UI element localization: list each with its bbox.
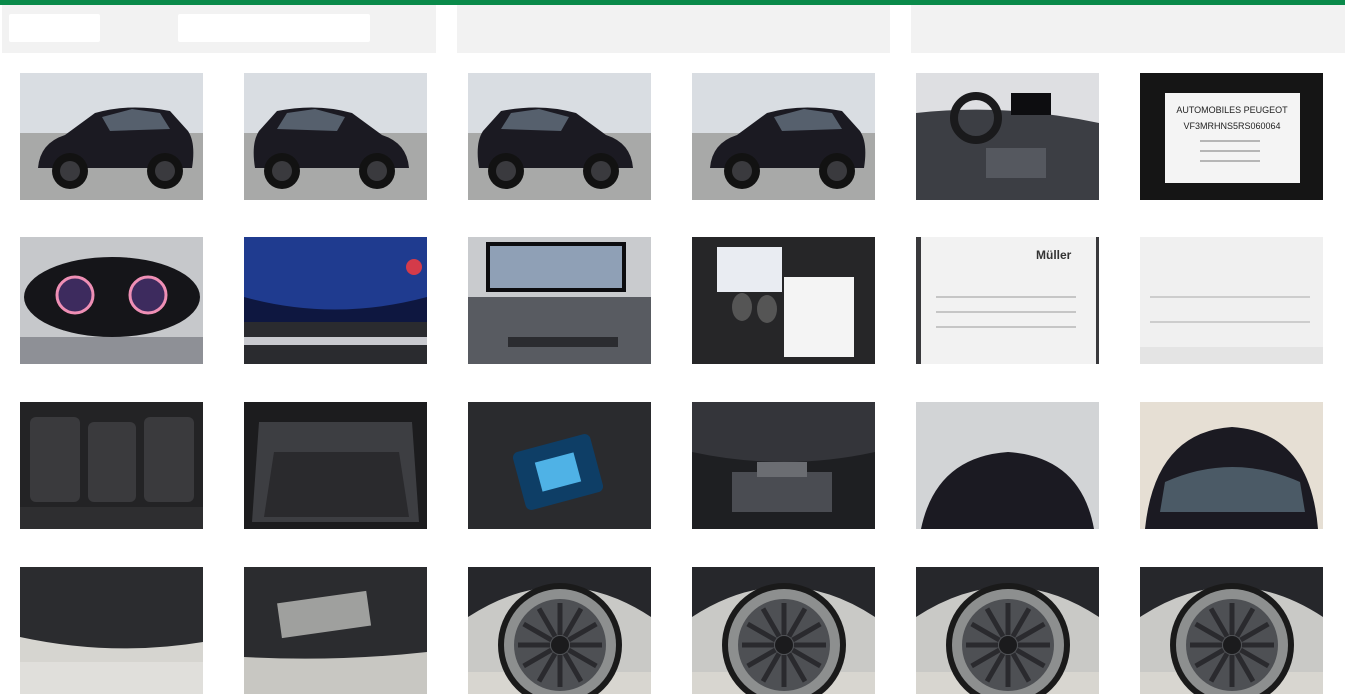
- photo-thumbnail-wheel-front-left[interactable]: [468, 567, 651, 694]
- photo-thumbnail-wheel-rear-left[interactable]: [916, 567, 1099, 694]
- photo-thumbnail-rear-seats[interactable]: [20, 402, 203, 529]
- photo-thumbnail-underbody-rear[interactable]: [244, 567, 427, 694]
- filter-field-short[interactable]: [9, 14, 100, 42]
- photo-thumbnail-exterior-front-left[interactable]: [20, 73, 203, 200]
- info-panel-center: [457, 5, 890, 53]
- photo-thumbnail-exterior-rear-right[interactable]: [692, 73, 875, 200]
- photo-thumbnail-document-page[interactable]: [1140, 237, 1323, 364]
- photo-thumbnail-windshield-front-view[interactable]: [1140, 402, 1323, 529]
- photo-thumbnail-wheel-rear-right[interactable]: [1140, 567, 1323, 694]
- filter-field-long[interactable]: [178, 14, 370, 42]
- photo-thumbnail-exterior-rear-left[interactable]: [468, 73, 651, 200]
- photo-thumbnail-instrument-cluster[interactable]: [20, 237, 203, 364]
- photo-thumbnail-service-document[interactable]: Müller: [916, 237, 1099, 364]
- photo-thumbnail-vin-plate[interactable]: AUTOMOBILES PEUGEOT VF3MRHNS5RS060064: [1140, 73, 1323, 200]
- photo-thumbnail-underbody-front[interactable]: [20, 567, 203, 694]
- photo-thumbnail-trunk[interactable]: [244, 402, 427, 529]
- photo-thumbnail-roof-rear-view[interactable]: [916, 402, 1099, 529]
- info-panel-right: [911, 5, 1345, 53]
- photo-thumbnail-exterior-front-right[interactable]: [244, 73, 427, 200]
- photo-thumbnail-infotainment-screen[interactable]: [468, 237, 651, 364]
- photo-thumbnail-interior-dashboard[interactable]: [916, 73, 1099, 200]
- svg-text:VF3MRHNS5RS060064: VF3MRHNS5RS060064: [1183, 121, 1280, 131]
- svg-text:Müller: Müller: [1036, 248, 1072, 262]
- photo-thumbnail-engine-bay[interactable]: [692, 402, 875, 529]
- photo-thumbnail-odometer-closeup[interactable]: [244, 237, 427, 364]
- svg-text:AUTOMOBILES PEUGEOT: AUTOMOBILES PEUGEOT: [1176, 105, 1288, 115]
- photo-thumbnail-keys-and-manuals[interactable]: [692, 237, 875, 364]
- photo-thumbnail-phone-charging-tray[interactable]: [468, 402, 651, 529]
- photo-thumbnail-wheel-front-right[interactable]: [692, 567, 875, 694]
- filter-panel: [2, 5, 436, 53]
